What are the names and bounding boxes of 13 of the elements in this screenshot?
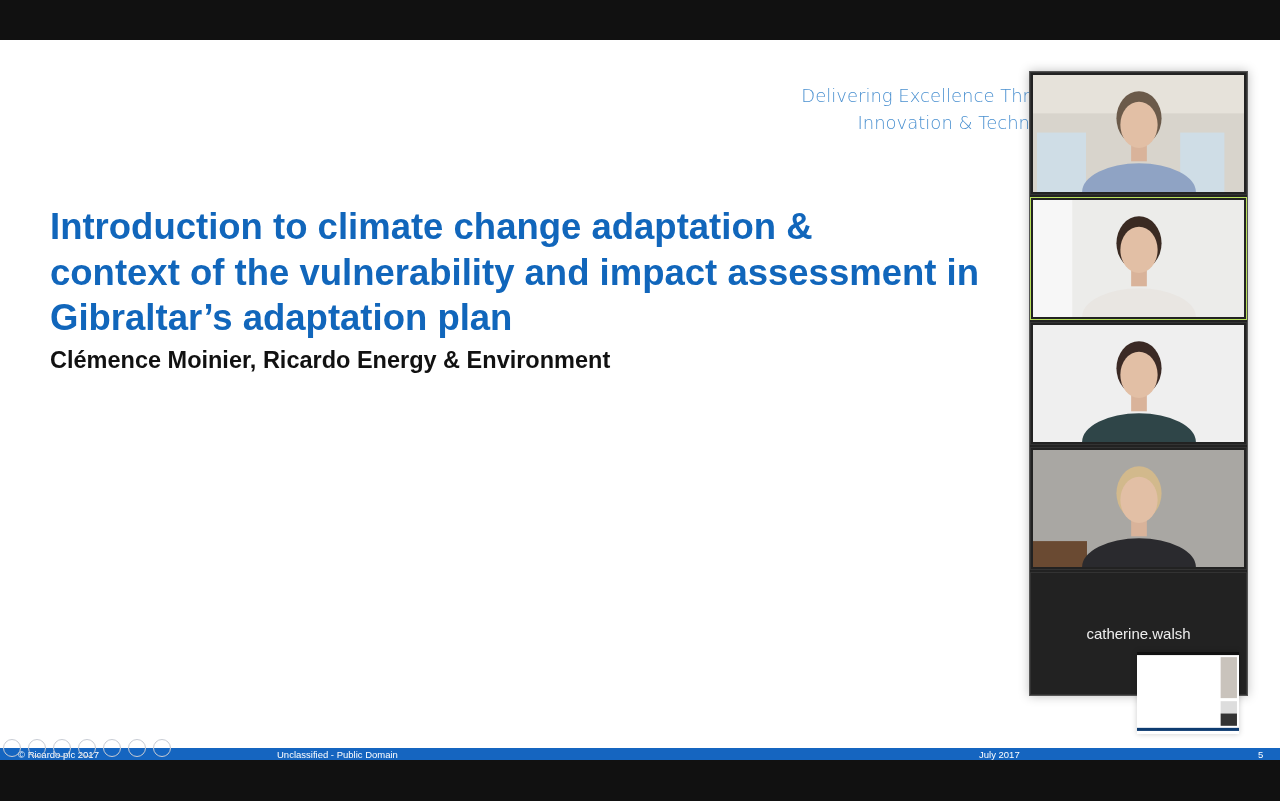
date-text: July 2017 bbox=[979, 748, 1021, 760]
slide-title: Introduction to climate change adaptation & context of the vulnerability and impact assessment in Gibraltar’s adaptation plan bbox=[50, 205, 979, 340]
participant-name: catherine.walsh bbox=[1086, 625, 1191, 642]
classification-text: Unclassified - Public Domain bbox=[277, 748, 399, 760]
slide-nav-icon[interactable] bbox=[102, 738, 122, 758]
slide-author: Clémence Moinier, Ricardo Energy & Environment bbox=[50, 346, 611, 374]
slide-nav-icon[interactable] bbox=[152, 738, 172, 758]
copyright-text: © Ricardo plc 2017 bbox=[17, 748, 100, 760]
page-number: 5 bbox=[1258, 748, 1264, 760]
slide-tagline: Innovation & Techn bbox=[857, 111, 1030, 135]
slide-nav-icon[interactable] bbox=[77, 738, 97, 758]
slide-tagline: Delivering Excellence Thr bbox=[801, 84, 1030, 108]
slide-nav-icon[interactable] bbox=[127, 738, 147, 758]
